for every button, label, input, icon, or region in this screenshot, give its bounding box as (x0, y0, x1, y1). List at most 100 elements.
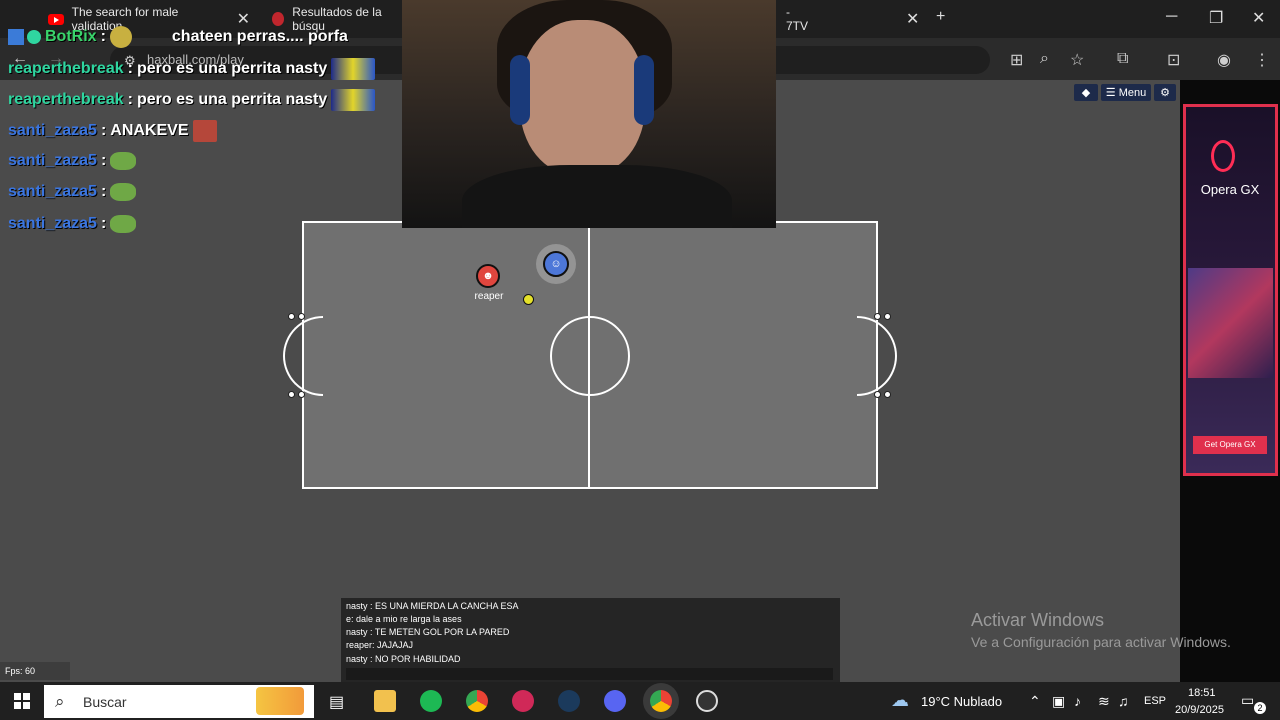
emote-pepe-icon (110, 183, 137, 201)
webcam-face (520, 20, 645, 175)
game-chat-message: reaper: JAJAJAJ (346, 640, 414, 650)
emote-anakeve-icon (192, 120, 217, 142)
close-window-button[interactable]: ✕ (1252, 8, 1265, 28)
microphone-icon[interactable]: ♪ (1074, 693, 1081, 709)
chat-message: pero es una perrita nasty (136, 60, 328, 77)
game-chat-message: nasty : NO POR HABILIDAD (346, 654, 461, 664)
zoom-icon[interactable]: ⌕ (1040, 50, 1049, 68)
chat-separator: : (100, 215, 107, 232)
gear-icon (272, 12, 285, 26)
new-tab-button[interactable]: + (936, 8, 945, 26)
chat-username: BotRix (45, 28, 97, 45)
chat-line: reaperthebreak : pero es una perrita nas… (8, 89, 376, 111)
chat-line: reaperthebreak : pero es una perrita nas… (8, 58, 376, 80)
more-menu-icon[interactable]: ⋮ (1254, 50, 1270, 70)
player-red-disc: ☻ (476, 264, 500, 288)
chat-username: santi_zaza5 (8, 215, 97, 232)
game-chat-message: nasty : TE METEN GOL POR LA PARED (346, 627, 510, 637)
chat-line: santi_zaza5 : (8, 215, 137, 233)
windows-start-icon[interactable] (14, 693, 30, 709)
chat-username: reaperthebreak (8, 91, 124, 108)
task-view-icon[interactable]: ▤ (329, 692, 344, 712)
activation-watermark-title: Activar Windows (971, 610, 1105, 630)
file-explorer-icon[interactable] (374, 690, 396, 712)
chat-separator: : (100, 183, 107, 200)
chat-username: reaperthebreak (8, 60, 124, 77)
emote-nasty-icon (331, 89, 376, 111)
back-arrow-button[interactable]: ◆ (1074, 84, 1098, 101)
maximize-button[interactable]: ❐ (1209, 8, 1223, 28)
notification-icon[interactable]: ▭ (1241, 692, 1254, 709)
goal-post (298, 313, 305, 320)
opera-gx-icon[interactable] (512, 690, 534, 712)
chat-message: pero es una perrita nasty (136, 91, 328, 108)
get-opera-gx-button[interactable]: Get Opera GX (1193, 436, 1267, 454)
profile-avatar-icon[interactable]: ◉ (1217, 50, 1231, 70)
ad-image (1188, 268, 1273, 378)
close-tab-icon[interactable]: ✕ (906, 9, 919, 29)
chat-separator: : (127, 60, 133, 77)
chat-line: santi_zaza5 : ANAKEVE (8, 120, 217, 142)
webcam-shirt (462, 165, 732, 228)
extensions-icon[interactable]: ⧉ (1117, 50, 1128, 68)
steam-icon[interactable] (558, 690, 580, 712)
chat-line: BotRix : chateen perras.... porfa (8, 26, 348, 48)
minimize-button[interactable]: ─ (1166, 8, 1177, 26)
field-center-circle (550, 316, 630, 396)
search-highlight-icon[interactable] (256, 687, 304, 715)
chrome-active-icon[interactable] (650, 690, 672, 712)
taskbar-search-placeholder: Buscar (83, 694, 127, 710)
chevron-up-icon[interactable]: ⌃ (1029, 693, 1041, 710)
tab-title: - 7TV (786, 5, 809, 33)
wifi-icon[interactable]: ≋ (1098, 693, 1110, 710)
discord-icon[interactable] (604, 690, 626, 712)
chat-message: ANAKEVE (110, 122, 189, 139)
goal-post (884, 391, 891, 398)
chat-separator: : (100, 122, 107, 139)
emote-face-icon (109, 26, 132, 48)
ball (523, 294, 534, 305)
opera-logo-icon (1211, 140, 1235, 172)
translate-icon[interactable]: ⊞ (1010, 50, 1023, 70)
menu-button[interactable]: ☰ Menu (1101, 84, 1151, 101)
chat-username: santi_zaza5 (8, 183, 97, 200)
game-chat-message: e: dale a mio re larga la ases (346, 614, 462, 624)
settings-gear-icon[interactable]: ⚙ (1154, 84, 1176, 101)
bookmark-star-icon[interactable]: ☆ (1070, 50, 1084, 70)
badge-icons (8, 29, 41, 45)
activation-watermark-text: Ve a Configuración para activar Windows. (971, 634, 1231, 650)
chat-separator: : (127, 91, 133, 108)
emote-nasty-icon (331, 58, 376, 80)
volume-icon[interactable]: ♫ (1118, 693, 1129, 709)
profile-sync-icon[interactable]: ⊡ (1167, 50, 1180, 70)
tab-7tv[interactable]: - 7TV ✕ (776, 5, 926, 33)
goal-post (298, 391, 305, 398)
language-indicator[interactable]: ESP (1144, 695, 1166, 707)
emote-pepe-icon (110, 152, 137, 170)
goal-post (874, 391, 881, 398)
game-chat-input[interactable] (346, 668, 833, 680)
camera-icon[interactable]: ▣ (1052, 693, 1065, 710)
headset-icon (634, 55, 654, 125)
clock-time[interactable]: 18:51 (1188, 687, 1216, 699)
headset-icon (510, 55, 530, 125)
ad-title: Opera GX (1200, 182, 1260, 197)
goal-post (874, 313, 881, 320)
player-red-name: reaper (474, 291, 504, 302)
player-blue-disc: ☺ (543, 251, 569, 277)
goal-post (884, 313, 891, 320)
obs-icon[interactable] (696, 690, 718, 712)
goal-post (288, 313, 295, 320)
fps-counter: Fps: 60 (0, 662, 70, 680)
goal-post (288, 391, 295, 398)
chat-line: santi_zaza5 : (8, 183, 137, 201)
chat-separator: : (100, 28, 106, 45)
chat-username: santi_zaza5 (8, 152, 97, 169)
chat-message: chateen perras.... porfa (171, 28, 348, 45)
game-chat-message: nasty : ES UNA MIERDA LA CANCHA ESA (346, 601, 519, 611)
weather-text[interactable]: 19°C Nublado (921, 694, 1002, 709)
chrome-icon[interactable] (466, 690, 488, 712)
spotify-icon[interactable] (420, 690, 442, 712)
clock-date[interactable]: 20/9/2025 (1175, 704, 1224, 716)
emote-pepe-icon (110, 215, 137, 233)
